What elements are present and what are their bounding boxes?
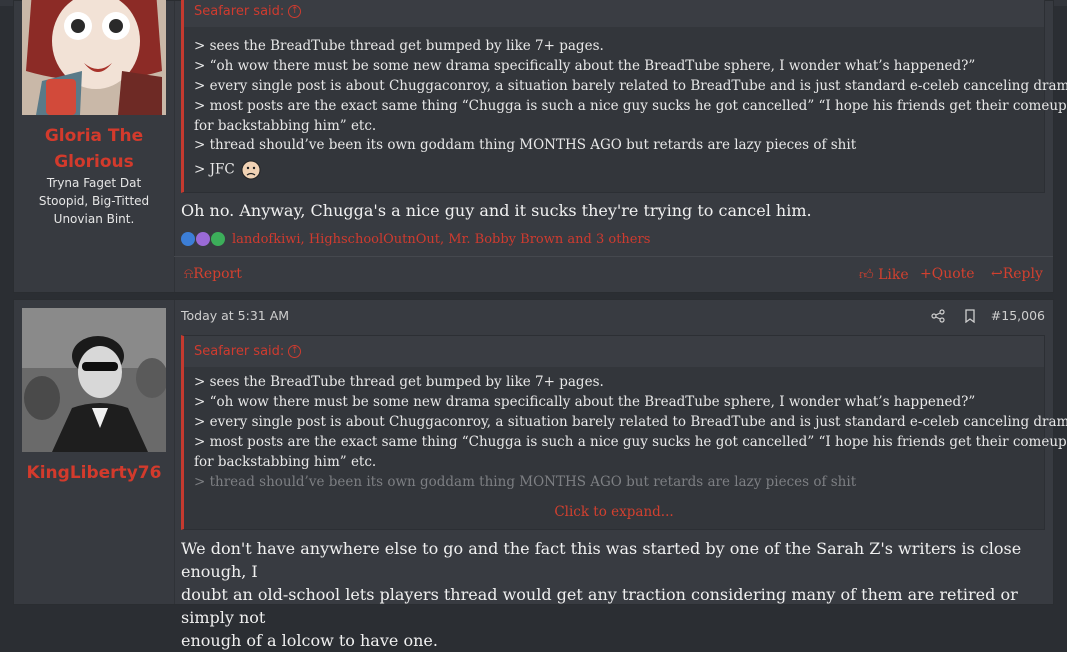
post-body: Oh no. Anyway, Chugga's a nice guy and i… [181,201,812,220]
quote-line: > most posts are the exact same thing “C… [194,434,1067,450]
post-timestamp[interactable]: Today at 5:31 AM [181,308,289,323]
user-sidebar: KingLiberty76 [14,300,175,604]
post-body-line: doubt an old-school lets players thread … [181,585,1018,627]
quote-line: for backstabbing him” etc. [194,118,377,134]
user-title-line: Unovian Bint. [53,212,135,226]
post-content: Today at 5:31 AM #15,006 Seafarer said: ↑… [174,300,1067,650]
post: KingLiberty76 Today at 5:31 AM #15,006 S… [13,299,1067,650]
agree-reaction-icon [211,232,225,246]
reaction-users[interactable]: landofkiwi, HighschoolOutnOut, Mr. Bobby… [232,232,650,247]
jump-up-icon[interactable]: ↑ [288,5,302,18]
post-content: Seafarer said: ↑ > sees the BreadTube thr… [174,0,1067,293]
user-sidebar: Gloria The Glorious Tryna Faget Dat Stoo… [14,0,175,292]
quote-line-with-emoji: > JFC [194,160,261,180]
post-number[interactable]: #15,006 [991,308,1045,323]
reply-button[interactable]: ↩Reply [991,266,1043,282]
quote-line: > thread should’ve been its own goddam t… [194,137,857,153]
username[interactable]: KingLiberty76 [14,460,174,486]
post: Gloria The Glorious Tryna Faget Dat Stoo… [13,0,1067,293]
reply-arrow-icon: ↩ [991,266,1003,282]
user-title-line: Tryna Faget Dat [46,176,142,190]
quote-line: > sees the BreadTube thread get bumped b… [194,38,604,54]
quote-line: > “oh wow there must be some new drama s… [194,394,976,410]
post-body-line: We don't have anywhere else to go and th… [181,539,1022,581]
quote-line: for backstabbing him” etc. [194,454,377,470]
expand-quote-link[interactable]: Click to expand... [184,504,1044,520]
upset-face-icon [241,160,261,180]
quote-header[interactable]: Seafarer said: ↑ [184,336,1044,367]
user-title-line: Stoopid, Big-Titted [38,194,150,208]
report-button[interactable]: ⍾Report [184,266,242,282]
thumbs-up-icon: 👍︎ [859,267,874,283]
quote-block: Seafarer said: ↑ > sees the BreadTube thr… [181,335,1067,530]
bell-icon: ⍾ [184,266,194,282]
quote-line-faded: > thread should’ve been its own goddam t… [194,474,857,490]
like-reaction-icon [181,232,195,246]
avatar[interactable] [22,308,166,452]
share-icon[interactable] [931,308,945,323]
username[interactable]: Gloria The Glorious [14,123,174,175]
quote-block: Seafarer said: ↑ > sees the BreadTube thr… [181,0,1067,193]
quote-line: > “oh wow there must be some new drama s… [194,58,976,74]
like-button[interactable]: 👍︎ Like [859,266,909,283]
bookmark-icon[interactable] [963,308,977,323]
quote-line: > every single post is about Chuggaconro… [194,78,1067,94]
quote-attribution: Seafarer said: [194,4,285,19]
plus-icon: + [920,266,932,282]
quote-line: > most posts are the exact same thing “C… [194,98,1067,114]
post-tools: #15,006 [913,308,1045,323]
reaction-bar[interactable]: landofkiwi, HighschoolOutnOut, Mr. Bobby… [181,230,650,248]
avatar[interactable] [22,0,166,115]
quote-header[interactable]: Seafarer said: ↑ [184,0,1044,27]
winner-reaction-icon [196,232,210,246]
quote-attribution: Seafarer said: [194,344,285,359]
quote-button[interactable]: +Quote [920,266,975,282]
jump-up-icon[interactable]: ↑ [288,345,302,358]
avatar-image [22,308,166,452]
post-body: We don't have anywhere else to go and th… [181,537,1033,652]
post-body-line: enough of a lolcow to have one. [181,631,438,650]
avatar-image [22,0,166,115]
quote-line: > sees the BreadTube thread get bumped b… [194,374,604,390]
quote-line: > every single post is about Chuggaconro… [194,414,1067,430]
post-actions: ⍾Report 👍︎ Like +Quote ↩Reply [174,256,1053,293]
